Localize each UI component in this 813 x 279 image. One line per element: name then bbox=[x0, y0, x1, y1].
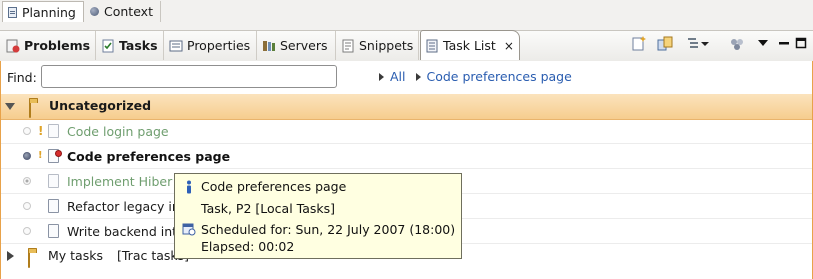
tab-properties[interactable]: Properties bbox=[165, 31, 257, 60]
task-label: Code login page bbox=[67, 123, 169, 139]
collapse-triangle-icon[interactable] bbox=[7, 251, 14, 261]
task-icon bbox=[48, 224, 59, 238]
task-list-icon bbox=[425, 39, 439, 53]
priority-icon: ! bbox=[38, 150, 43, 161]
breadcrumb-arrow-icon bbox=[415, 72, 421, 81]
new-task-icon[interactable] bbox=[630, 35, 648, 53]
task-tooltip: Code preferences page Task, P2 [Local Ta… bbox=[174, 173, 462, 259]
task-label: Implement Hiber bbox=[67, 173, 173, 189]
tab-label: Problems bbox=[24, 38, 91, 53]
task-status-icon[interactable] bbox=[23, 227, 31, 235]
tooltip-kind: Task, P2 [Local Tasks] bbox=[201, 201, 336, 216]
task-status-icon[interactable] bbox=[23, 177, 31, 185]
servers-icon bbox=[262, 39, 276, 53]
tab-label: Tasks bbox=[119, 38, 158, 53]
task-icon bbox=[48, 199, 59, 213]
tab-snippets[interactable]: Snippets bbox=[337, 31, 419, 60]
view-tab-strip: Problems Tasks Properties Servers Snippe… bbox=[0, 30, 813, 62]
info-icon bbox=[183, 180, 195, 197]
category-folder-icon bbox=[29, 101, 31, 118]
breadcrumb-arrow-icon bbox=[379, 72, 384, 81]
breadcrumb-item-current[interactable]: Code preferences page bbox=[427, 69, 572, 84]
tab-label: Snippets bbox=[359, 38, 414, 53]
tab-task-list[interactable]: Task List × bbox=[420, 30, 520, 60]
problems-icon bbox=[6, 39, 20, 53]
tab-label: Properties bbox=[187, 38, 251, 53]
context-dot-icon bbox=[90, 7, 99, 16]
presentation-menu-icon[interactable] bbox=[685, 35, 711, 53]
perspective-tab-planning[interactable]: Planning bbox=[2, 1, 84, 22]
task-label: Refactor legacy in bbox=[67, 198, 180, 214]
task-row[interactable]: ! Code login page bbox=[1, 119, 812, 144]
properties-icon bbox=[169, 39, 183, 53]
task-status-icon[interactable] bbox=[23, 202, 31, 210]
task-active-icon[interactable] bbox=[23, 152, 31, 160]
tab-label: Servers bbox=[280, 38, 328, 53]
breadcrumb-item-all[interactable]: All bbox=[390, 69, 406, 84]
task-icon bbox=[48, 124, 59, 138]
breadcrumb: All Code preferences page bbox=[379, 69, 572, 84]
calendar-icon bbox=[182, 222, 196, 239]
close-tab-icon[interactable]: × bbox=[504, 39, 514, 53]
scheduled-alarm-icon bbox=[55, 150, 62, 157]
perspective-bar-gap bbox=[0, 23, 813, 30]
view-menu-icon[interactable] bbox=[757, 37, 769, 49]
tooltip-scheduled: Scheduled for: Sun, 22 July 2007 (18:00) bbox=[201, 222, 456, 237]
task-status-icon[interactable] bbox=[23, 127, 31, 135]
task-label: Write backend int bbox=[67, 223, 178, 239]
task-icon bbox=[48, 174, 59, 188]
tab-tasks[interactable]: Tasks bbox=[97, 31, 164, 60]
perspective-tab-label: Planning bbox=[22, 4, 76, 20]
perspective-bar: Planning Context bbox=[0, 0, 813, 24]
planning-doc-icon bbox=[8, 6, 17, 18]
tab-servers[interactable]: Servers bbox=[258, 31, 336, 60]
find-input[interactable] bbox=[41, 65, 337, 88]
category-label: My tasks bbox=[48, 248, 103, 263]
task-row-active[interactable]: ! Code preferences page bbox=[1, 144, 812, 169]
focus-on-workweek-icon[interactable] bbox=[728, 35, 746, 53]
snippets-icon bbox=[341, 39, 355, 53]
synchronize-icon[interactable] bbox=[656, 35, 674, 53]
perspective-tab-label: Context bbox=[104, 4, 153, 19]
tasks-icon bbox=[101, 39, 115, 53]
category-label: Uncategorized bbox=[49, 98, 152, 113]
expand-triangle-icon[interactable] bbox=[5, 103, 15, 110]
find-label: Find: bbox=[7, 70, 37, 85]
category-row-uncategorized[interactable]: Uncategorized bbox=[1, 94, 812, 120]
tab-problems[interactable]: Problems bbox=[2, 31, 96, 60]
tooltip-title: Code preferences page bbox=[201, 179, 347, 194]
task-label: Code preferences page bbox=[67, 148, 231, 164]
maximize-icon[interactable] bbox=[795, 37, 807, 49]
minimize-icon[interactable] bbox=[778, 37, 790, 49]
find-bar: Find: All Code preferences page bbox=[0, 61, 813, 93]
tab-label: Task List bbox=[443, 38, 496, 53]
repository-folder-icon bbox=[28, 251, 30, 268]
tooltip-elapsed: Elapsed: 00:02 bbox=[201, 239, 295, 254]
priority-icon: ! bbox=[38, 124, 44, 138]
perspective-tab-context[interactable]: Context bbox=[85, 1, 161, 22]
